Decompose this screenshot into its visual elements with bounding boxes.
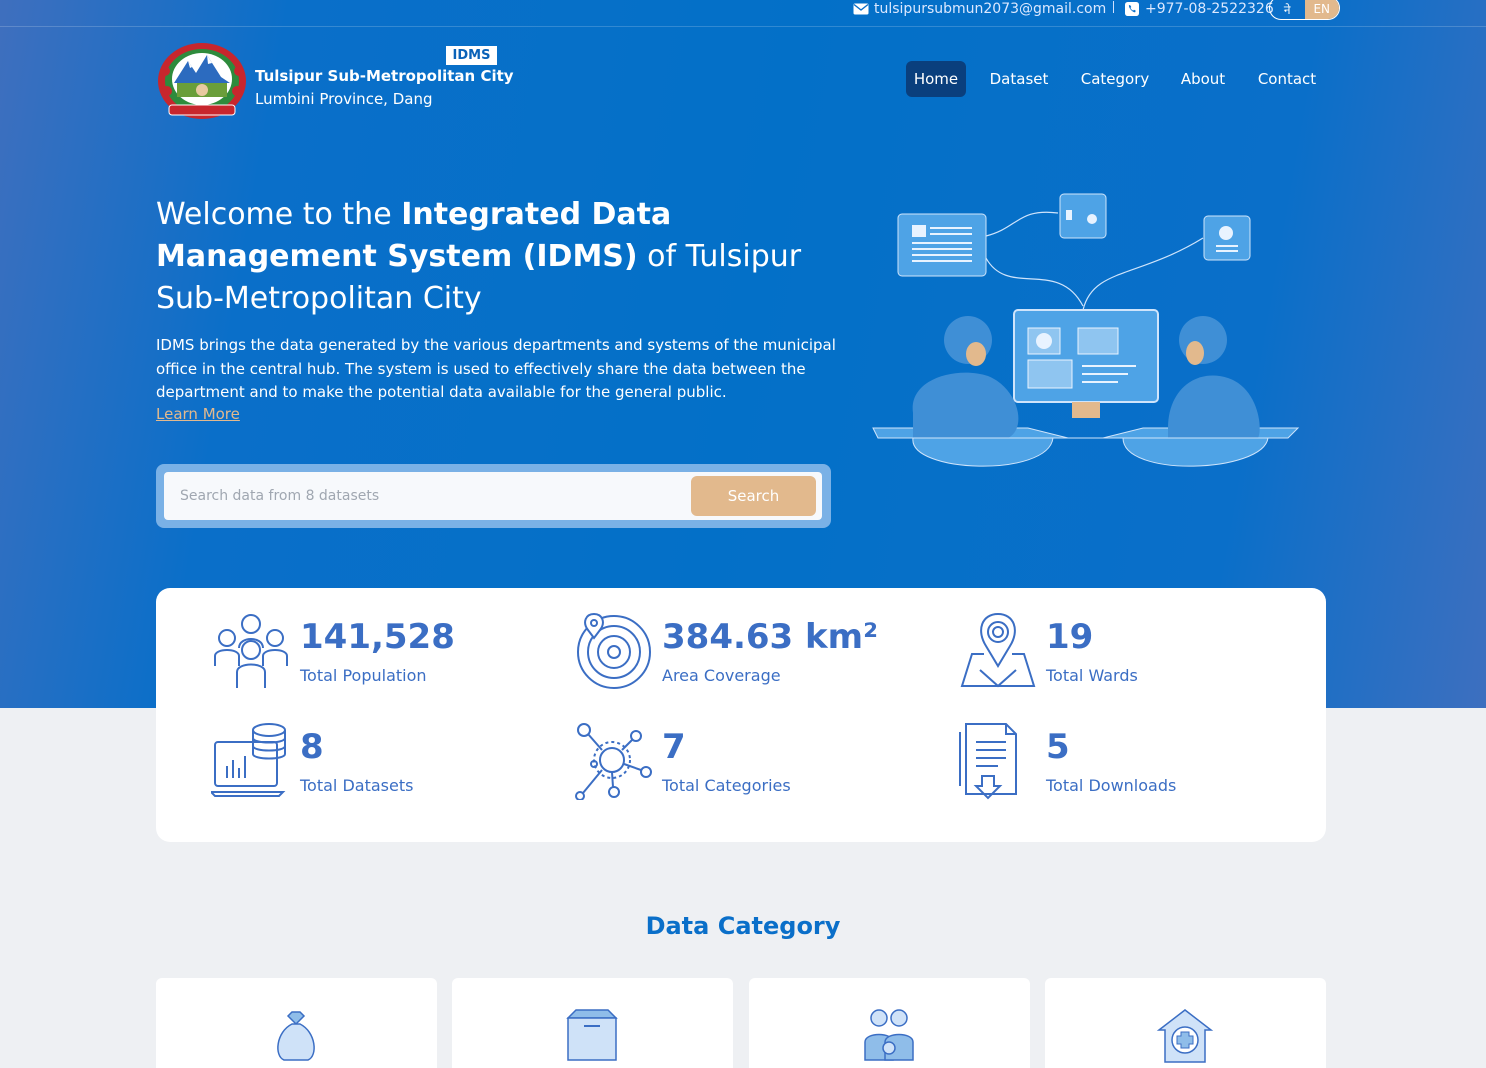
data-category-heading: Data Category: [645, 912, 841, 940]
phone-icon: [1125, 2, 1139, 16]
map-pin-icon: [960, 612, 1036, 688]
stat-population-value: 141,528: [300, 617, 455, 657]
category-card[interactable]: [749, 978, 1030, 1068]
stat-datasets-value: 8: [300, 727, 324, 767]
lang-ne-button[interactable]: ने: [1270, 0, 1305, 19]
stat-area-label: Area Coverage: [662, 666, 781, 685]
top-bar: tulsipursubmun2073@gmail.com +977-08-252…: [0, 0, 1486, 27]
search-button[interactable]: Search: [691, 476, 816, 516]
nav-category[interactable]: Category: [1070, 61, 1160, 97]
municipality-emblem-logo[interactable]: [155, 41, 249, 121]
nav-contact[interactable]: Contact: [1248, 61, 1326, 97]
lang-en-button[interactable]: EN: [1304, 0, 1339, 19]
phone-text: +977-08-2522326: [1145, 1, 1274, 17]
email-link[interactable]: tulsipursubmun2073@gmail.com: [853, 0, 1106, 18]
divider: [1113, 1, 1114, 13]
data-team-illustration: [872, 193, 1300, 467]
nav-dataset[interactable]: Dataset: [980, 61, 1058, 97]
language-toggle[interactable]: ने EN: [1269, 0, 1340, 20]
document-download-icon: [959, 723, 1017, 800]
category-card[interactable]: [156, 978, 437, 1068]
category-card[interactable]: [452, 978, 733, 1068]
hero-title-pre: Welcome to the: [156, 197, 402, 232]
stat-datasets-label: Total Datasets: [300, 776, 414, 795]
nav-home[interactable]: Home: [906, 61, 966, 97]
stat-population-label: Total Population: [300, 666, 427, 685]
stat-categories-value: 7: [662, 727, 686, 767]
stat-categories-label: Total Categories: [662, 776, 791, 795]
box-icon: [566, 1009, 618, 1061]
stat-downloads-value: 5: [1046, 727, 1070, 767]
nav-about[interactable]: About: [1172, 61, 1234, 97]
learn-more-link[interactable]: Learn More: [156, 405, 240, 423]
hero-description: IDMS brings the data generated by the va…: [156, 336, 836, 401]
stat-downloads-label: Total Downloads: [1046, 776, 1177, 795]
health-house-icon: [1156, 1009, 1214, 1063]
phone-link[interactable]: +977-08-2522326: [1124, 0, 1274, 18]
idms-badge: IDMS: [446, 46, 497, 65]
network-icon: [575, 723, 652, 800]
site-subtitle: Lumbini Province, Dang: [255, 90, 433, 108]
family-icon: [864, 1009, 914, 1061]
database-icon: [211, 723, 286, 797]
site-name[interactable]: Tulsipur Sub-Metropolitan City: [255, 67, 514, 85]
money-bag-icon: [277, 1011, 315, 1061]
mail-icon: [853, 3, 869, 15]
stat-area-value: 384.63 km²: [662, 617, 878, 657]
stat-wards-label: Total Wards: [1046, 666, 1138, 685]
email-text: tulsipursubmun2073@gmail.com: [874, 1, 1107, 17]
radar-icon: [577, 612, 651, 689]
category-card[interactable]: [1045, 978, 1326, 1068]
population-icon: [214, 614, 288, 688]
hero-title: Welcome to the Integrated Data Managemen…: [156, 194, 846, 320]
stat-wards-value: 19: [1046, 617, 1094, 657]
